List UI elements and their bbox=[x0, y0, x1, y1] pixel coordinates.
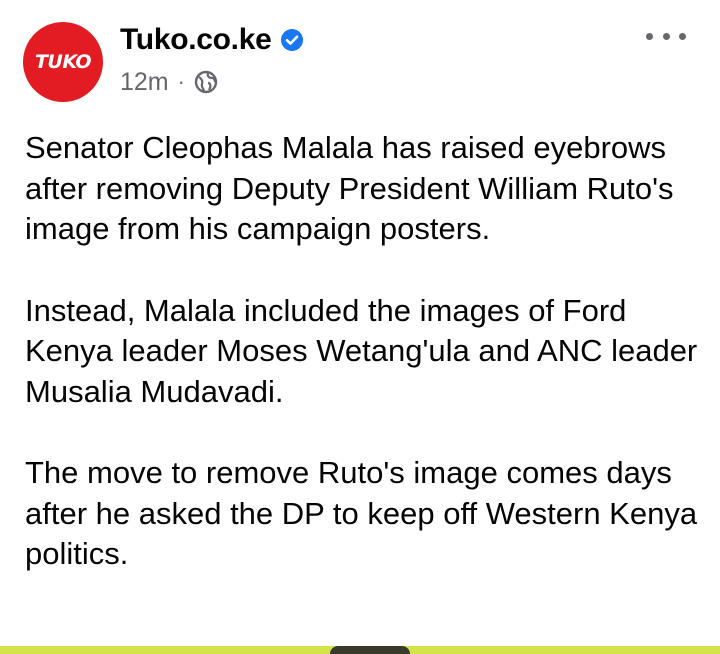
post-timestamp[interactable]: 12m bbox=[120, 68, 169, 97]
post-paragraph-3: The move to remove Ruto's image comes da… bbox=[25, 455, 698, 571]
page-name-row: Tuko.co.ke bbox=[120, 22, 304, 58]
post-paragraph-1: Senator Cleophas Malala has raised eyebr… bbox=[25, 130, 674, 246]
post-paragraph-2: Instead, Malala included the images of F… bbox=[25, 292, 698, 409]
more-dot bbox=[679, 32, 686, 40]
avatar-logo-text: TUKO bbox=[34, 51, 92, 73]
page-avatar[interactable]: TUKO bbox=[23, 22, 103, 102]
post-header: TUKO Tuko.co.ke 12m · bbox=[0, 0, 720, 120]
more-options-icon[interactable] bbox=[646, 26, 686, 46]
page-name-link[interactable]: Tuko.co.ke bbox=[120, 23, 272, 57]
facebook-post: TUKO Tuko.co.ke 12m · Senator Cleophas M… bbox=[0, 0, 720, 654]
more-dot bbox=[662, 32, 670, 40]
image-subject-edge bbox=[330, 646, 410, 654]
meta-separator: · bbox=[177, 69, 185, 94]
post-body: Senator Cleophas Malala has raised eyebr… bbox=[25, 128, 705, 616]
post-meta: 12m · bbox=[120, 66, 218, 98]
post-image-top-edge[interactable] bbox=[0, 646, 720, 654]
more-dot bbox=[646, 32, 653, 40]
verified-badge-icon bbox=[281, 29, 304, 51]
globe-icon[interactable] bbox=[194, 70, 218, 94]
